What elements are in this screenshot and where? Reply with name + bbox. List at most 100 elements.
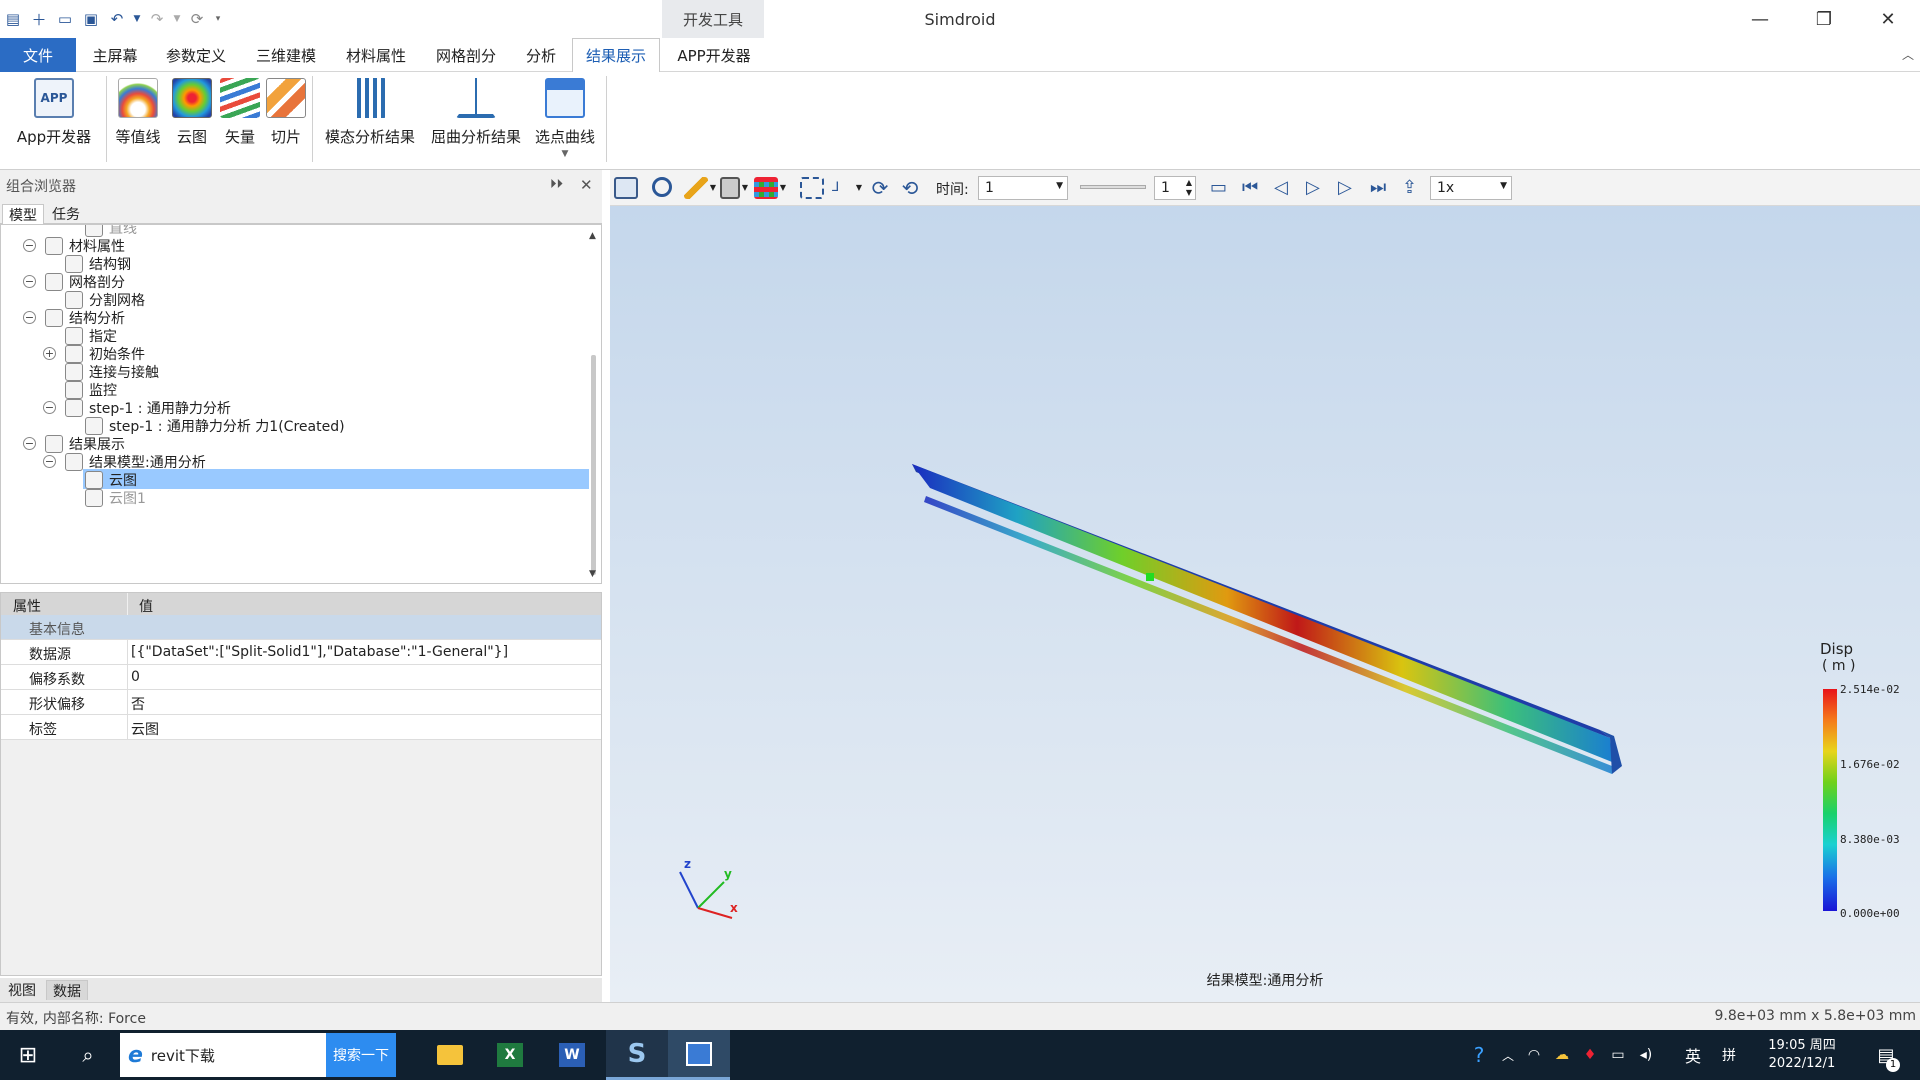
notification-center-icon[interactable]: ▤ 1 xyxy=(1864,1030,1908,1080)
word-icon[interactable]: W xyxy=(550,1030,594,1080)
minimize-icon[interactable]: — xyxy=(1728,0,1792,38)
tab-analysis[interactable]: 分析 xyxy=(516,38,566,72)
property-group-basic[interactable]: 基本信息 xyxy=(1,615,601,640)
tab-parameters[interactable]: 参数定义 xyxy=(156,38,236,72)
chevron-down-icon[interactable]: ▼ xyxy=(778,177,788,199)
redo-icon[interactable]: ↷ xyxy=(146,8,168,30)
collapse-icon[interactable]: − xyxy=(43,455,56,468)
dev-tools-context-tab[interactable]: 开发工具 xyxy=(662,0,764,38)
record-camera-icon[interactable]: ▭ xyxy=(1210,177,1234,199)
show-hidden-icons-icon[interactable]: ︿ xyxy=(1498,1030,1518,1080)
render-mode-icon[interactable] xyxy=(754,177,778,199)
modal-result-button[interactable]: 模态分析结果 xyxy=(322,78,418,147)
scroll-down-icon[interactable]: ▼ xyxy=(589,569,596,579)
search-button[interactable]: 搜索一下 xyxy=(326,1033,396,1077)
chevron-down-icon[interactable]: ▼ xyxy=(740,177,750,199)
chevron-down-icon[interactable]: ▼ xyxy=(854,177,864,199)
property-row[interactable]: 标签 云图 xyxy=(1,715,601,740)
expand-icon[interactable]: + xyxy=(43,347,56,360)
tab-material[interactable]: 材料属性 xyxy=(336,38,416,72)
help-icon[interactable]: ? xyxy=(1464,1030,1494,1080)
next-frame-icon[interactable]: ▷ xyxy=(1338,177,1362,199)
simdroid-s-icon[interactable]: S xyxy=(606,1030,668,1080)
simdroid-app-icon[interactable] xyxy=(668,1030,730,1080)
weather-icon[interactable]: ☁ xyxy=(1550,1030,1574,1080)
taskbar-search-box[interactable]: e revit下载 xyxy=(120,1033,326,1077)
zoom-icon[interactable] xyxy=(652,177,672,197)
ime-language[interactable]: 英 xyxy=(1680,1030,1706,1080)
tree-scrollbar[interactable] xyxy=(591,355,596,575)
play-icon[interactable]: ▷ xyxy=(1306,177,1330,199)
reset-view-icon[interactable]: ⟲ xyxy=(898,177,922,199)
axis-orient-icon[interactable]: ⅃ xyxy=(832,177,856,199)
brush-icon[interactable] xyxy=(684,177,708,199)
contour-line-button[interactable]: 等值线 xyxy=(114,78,162,147)
excel-icon[interactable]: X xyxy=(488,1030,532,1080)
tab-file[interactable]: 文件 xyxy=(0,38,76,72)
frame-stepper[interactable]: 1 ▲ ▼ xyxy=(1154,176,1196,200)
undo-dropdown-icon[interactable]: ▼ xyxy=(132,8,142,30)
property-row[interactable]: 偏移系数 0 xyxy=(1,665,601,690)
export-icon[interactable]: ⇪ xyxy=(1402,177,1426,199)
vector-button[interactable]: 矢量 xyxy=(218,78,262,147)
save-icon[interactable]: ▣ xyxy=(80,8,102,30)
first-frame-icon[interactable]: ⏮ xyxy=(1242,177,1266,199)
buckling-result-button[interactable]: 屈曲分析结果 xyxy=(428,78,524,147)
app-developer-button[interactable]: APP App开发器 xyxy=(14,78,94,147)
property-value[interactable]: 否 xyxy=(131,694,145,714)
property-value[interactable]: 0 xyxy=(131,669,140,685)
collapse-icon[interactable]: − xyxy=(23,437,36,450)
file-explorer-icon[interactable] xyxy=(428,1030,472,1080)
cloud-map-button[interactable]: 云图 xyxy=(170,78,214,147)
ime-mode[interactable]: 拼 xyxy=(1716,1030,1742,1080)
property-value[interactable]: [{"DataSet":["Split-Solid1"],"Database":… xyxy=(131,644,508,660)
time-slider[interactable] xyxy=(1080,185,1146,189)
tab-home[interactable]: 主屏幕 xyxy=(80,38,150,72)
tab-view[interactable]: 视图 xyxy=(2,980,42,1000)
property-row[interactable]: 形状偏移 否 xyxy=(1,690,601,715)
time-select[interactable]: 1 ▼ xyxy=(978,176,1068,200)
slice-button[interactable]: 切片 xyxy=(264,78,308,147)
property-value[interactable]: 云图 xyxy=(131,719,159,739)
pin-panel-icon[interactable]: ⏵⏵ xyxy=(550,177,563,192)
last-frame-icon[interactable]: ⏭ xyxy=(1370,177,1394,199)
tab-app-developer[interactable]: APP开发器 xyxy=(666,38,762,72)
screenshot-icon[interactable] xyxy=(614,177,638,199)
rotate-icon[interactable]: ⟳ xyxy=(868,177,892,199)
collapse-icon[interactable]: − xyxy=(23,239,36,252)
restore-icon[interactable]: ❐ xyxy=(1792,0,1856,38)
collapse-ribbon-icon[interactable]: ︿ xyxy=(1902,46,1914,63)
tab-3d-modeling[interactable]: 三维建模 xyxy=(246,38,326,72)
new-file-icon[interactable]: ＋ xyxy=(28,8,50,30)
close-panel-icon[interactable]: ✕ xyxy=(580,176,593,194)
beam-canvas[interactable]: z y x xyxy=(610,170,1920,1002)
tree-item[interactable]: 云图1 xyxy=(85,487,146,509)
previous-frame-icon[interactable]: ◁ xyxy=(1274,177,1298,199)
scroll-up-icon[interactable]: ▲ xyxy=(589,231,596,241)
collapse-icon[interactable]: − xyxy=(23,311,36,324)
collapse-icon[interactable]: − xyxy=(23,275,36,288)
security-icon[interactable]: ♦ xyxy=(1578,1030,1602,1080)
app-logo-icon[interactable]: ▤ xyxy=(2,8,24,30)
speed-select[interactable]: 1x ▼ xyxy=(1430,176,1512,200)
beam-model[interactable] xyxy=(912,464,1622,774)
undo-icon[interactable]: ↶ xyxy=(106,8,128,30)
customize-toolbar-icon[interactable]: ▾ xyxy=(212,8,224,30)
network-icon[interactable]: ◠ xyxy=(1522,1030,1546,1080)
tab-results[interactable]: 结果展示 xyxy=(572,38,660,73)
property-row[interactable]: 数据源 [{"DataSet":["Split-Solid1"],"Databa… xyxy=(1,640,601,665)
tab-model[interactable]: 模型 xyxy=(2,204,44,224)
search-icon[interactable]: ⌕ xyxy=(64,1030,112,1080)
chevron-down-icon[interactable]: ▼ xyxy=(562,149,569,159)
tab-data[interactable]: 数据 xyxy=(46,980,88,1000)
fit-view-icon[interactable] xyxy=(800,177,824,199)
tab-task[interactable]: 任务 xyxy=(46,204,86,224)
selected-point-marker[interactable] xyxy=(1146,573,1154,581)
chevron-down-icon[interactable]: ▼ xyxy=(708,177,718,199)
view-cube-icon[interactable] xyxy=(720,177,740,199)
refresh-icon[interactable]: ⟳ xyxy=(186,8,208,30)
open-folder-icon[interactable]: ▭ xyxy=(54,8,76,30)
windows-start-icon[interactable]: ⊞ xyxy=(0,1030,56,1080)
point-curve-button[interactable]: 选点曲线 ▼ xyxy=(532,78,598,159)
collapse-icon[interactable]: − xyxy=(43,401,56,414)
